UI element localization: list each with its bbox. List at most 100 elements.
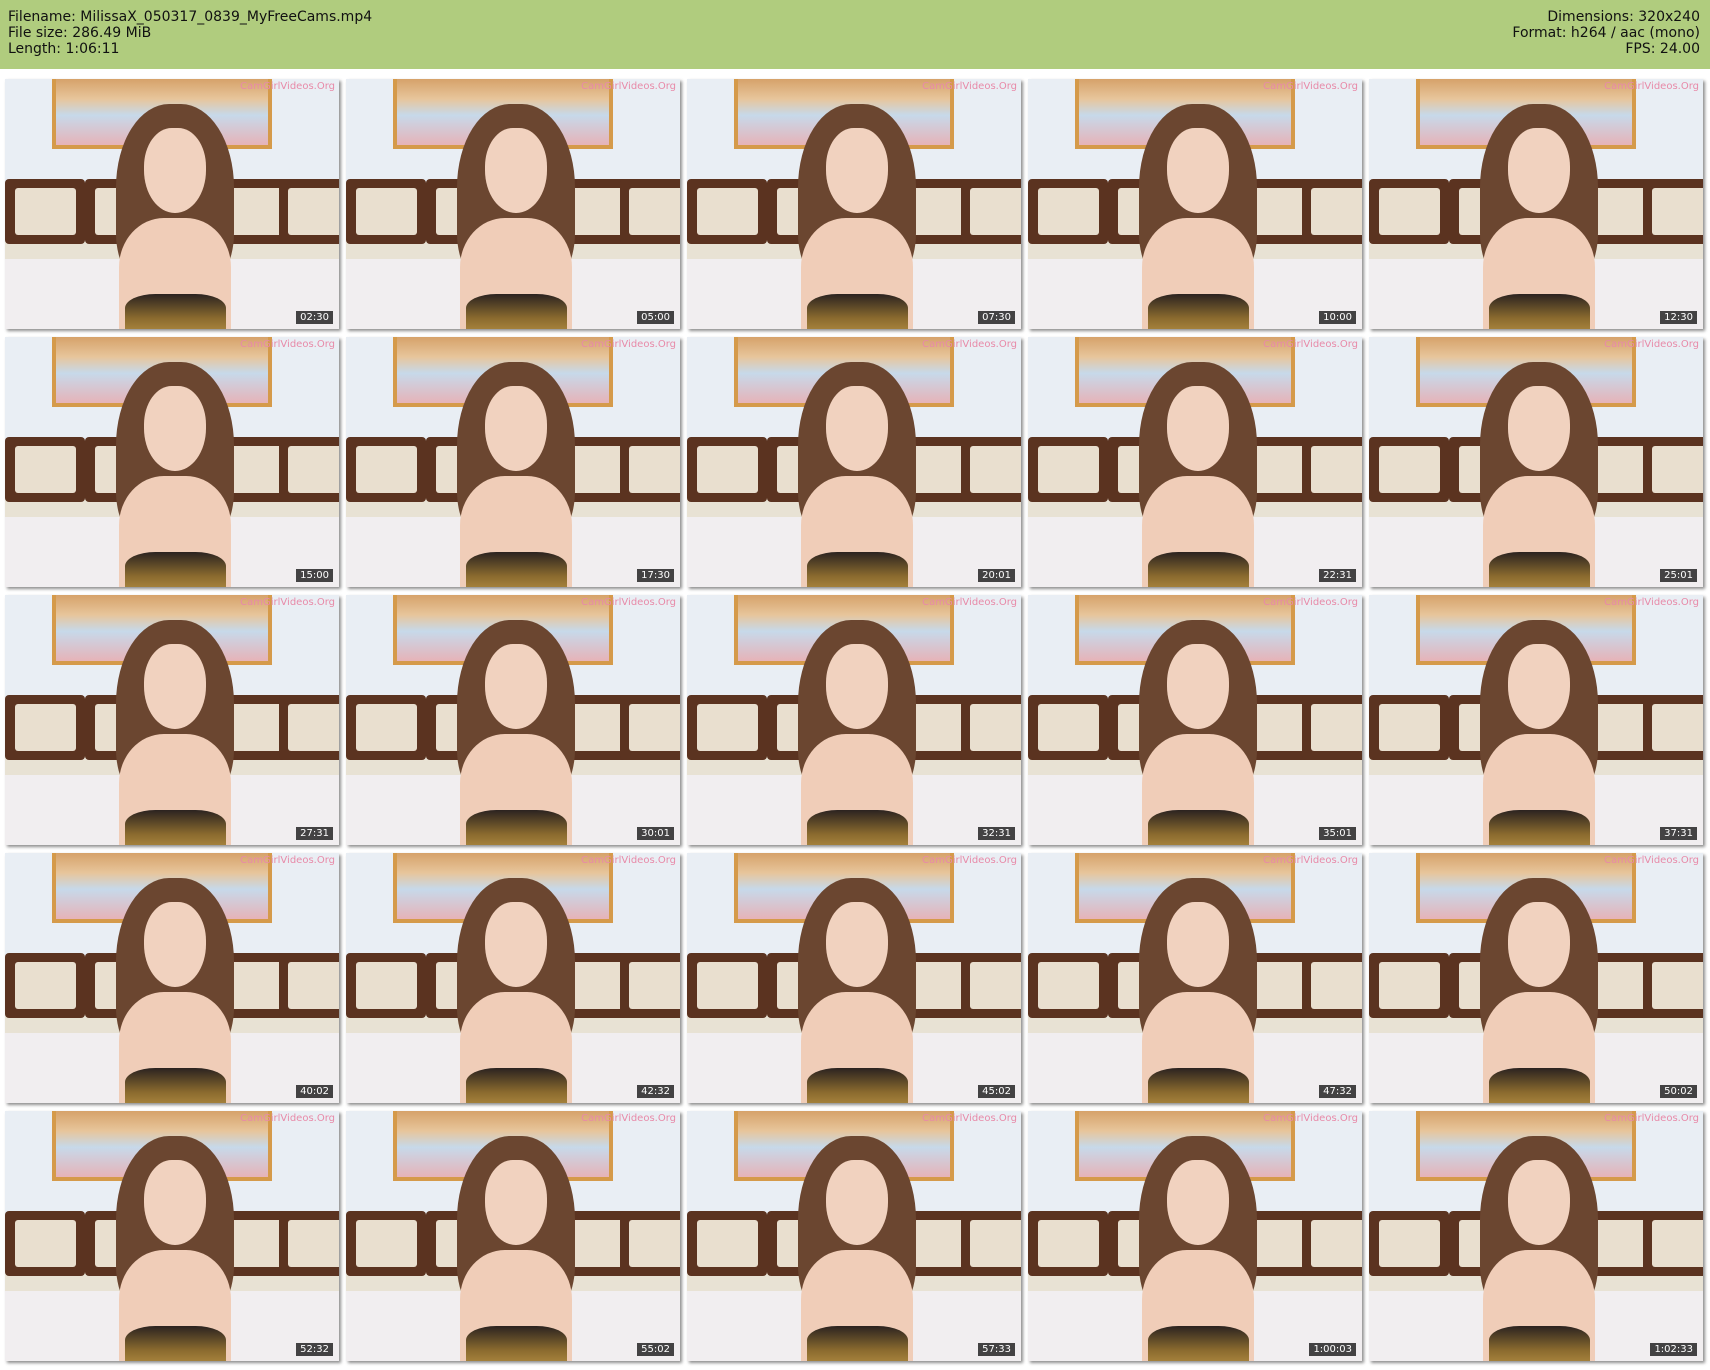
watermark-text: CamGirlVideos.Org — [240, 597, 335, 608]
thumbnail-frame[interactable]: CamGirlVideos.Org 47:32 — [1028, 853, 1362, 1103]
thumbnail-frame[interactable]: CamGirlVideos.Org 12:30 — [1369, 79, 1703, 329]
clothing-shape — [806, 1326, 908, 1361]
thumbnail-frame[interactable]: CamGirlVideos.Org 52:32 — [5, 1111, 339, 1361]
face-shape — [485, 1159, 548, 1246]
face-shape — [826, 1159, 889, 1246]
thumbnail-frame[interactable]: CamGirlVideos.Org 27:31 — [5, 595, 339, 845]
pillow — [1028, 437, 1109, 502]
thumbnail-frame[interactable]: CamGirlVideos.Org 57:33 — [687, 1111, 1021, 1361]
pillow — [1642, 953, 1703, 1018]
face-shape — [144, 1159, 207, 1246]
pillow — [1642, 695, 1703, 760]
person-figure — [446, 362, 586, 587]
thumbnail-frame[interactable]: CamGirlVideos.Org 35:01 — [1028, 595, 1362, 845]
clothing-shape — [1147, 1326, 1249, 1361]
pillow — [1369, 953, 1450, 1018]
file-info-right: Dimensions: 320x240 Format: h264 / aac (… — [1512, 9, 1700, 57]
timestamp-label: 07:30 — [978, 311, 1015, 324]
person-figure — [787, 104, 927, 329]
timestamp-label: 20:01 — [978, 569, 1015, 582]
thumbnail-frame[interactable]: CamGirlVideos.Org 15:00 — [5, 337, 339, 587]
person-figure — [105, 620, 245, 845]
person-figure — [1128, 1136, 1268, 1361]
timestamp-label: 45:02 — [978, 1085, 1015, 1098]
thumbnail-frame[interactable]: CamGirlVideos.Org 25:01 — [1369, 337, 1703, 587]
thumbnail-frame[interactable]: CamGirlVideos.Org 10:00 — [1028, 79, 1362, 329]
person-figure — [1469, 1136, 1609, 1361]
face-shape — [826, 127, 889, 214]
face-shape — [826, 901, 889, 988]
clothing-shape — [465, 552, 567, 587]
pillow — [5, 953, 86, 1018]
watermark-text: CamGirlVideos.Org — [1263, 855, 1358, 866]
timestamp-label: 25:01 — [1660, 569, 1697, 582]
pillow — [1369, 1211, 1450, 1276]
thumbnail-frame[interactable]: CamGirlVideos.Org 17:30 — [346, 337, 680, 587]
timestamp-label: 42:32 — [637, 1085, 674, 1098]
face-shape — [1167, 385, 1230, 472]
person-figure — [446, 1136, 586, 1361]
pillow — [1369, 437, 1450, 502]
pillow — [687, 179, 768, 244]
face-shape — [1508, 385, 1571, 472]
pillow — [346, 1211, 427, 1276]
watermark-text: CamGirlVideos.Org — [922, 81, 1017, 92]
thumbnail-frame[interactable]: CamGirlVideos.Org 07:30 — [687, 79, 1021, 329]
thumbnail-frame[interactable]: CamGirlVideos.Org 30:01 — [346, 595, 680, 845]
pillow — [346, 953, 427, 1018]
pillow — [5, 179, 86, 244]
thumbnail-frame[interactable]: CamGirlVideos.Org 1:00:03 — [1028, 1111, 1362, 1361]
pillow — [346, 695, 427, 760]
file-info-left: Filename: MilissaX_050317_0839_MyFreeCam… — [8, 9, 372, 57]
timestamp-label: 57:33 — [978, 1343, 1015, 1356]
pillow — [960, 953, 1021, 1018]
face-shape — [1167, 1159, 1230, 1246]
face-shape — [485, 901, 548, 988]
person-figure — [787, 878, 927, 1103]
thumbnail-frame[interactable]: CamGirlVideos.Org 37:31 — [1369, 595, 1703, 845]
person-figure — [1469, 878, 1609, 1103]
dimensions-text: Dimensions: 320x240 — [1547, 9, 1700, 25]
pillow — [278, 1211, 339, 1276]
pillow — [1369, 179, 1450, 244]
pillow — [687, 953, 768, 1018]
thumbnail-frame[interactable]: CamGirlVideos.Org 1:02:33 — [1369, 1111, 1703, 1361]
clothing-shape — [1488, 1326, 1590, 1361]
pillow — [278, 953, 339, 1018]
person-figure — [787, 620, 927, 845]
face-shape — [1167, 643, 1230, 730]
face-shape — [144, 127, 207, 214]
clothing-shape — [806, 552, 908, 587]
clothing-shape — [806, 294, 908, 329]
watermark-text: CamGirlVideos.Org — [1604, 81, 1699, 92]
thumbnail-frame[interactable]: CamGirlVideos.Org 02:30 — [5, 79, 339, 329]
pillow — [1301, 437, 1362, 502]
person-figure — [787, 362, 927, 587]
thumbnail-frame[interactable]: CamGirlVideos.Org 45:02 — [687, 853, 1021, 1103]
clothing-shape — [1488, 1068, 1590, 1103]
person-figure — [1128, 620, 1268, 845]
thumbnail-frame[interactable]: CamGirlVideos.Org 42:32 — [346, 853, 680, 1103]
person-figure — [1128, 104, 1268, 329]
thumbnail-frame[interactable]: CamGirlVideos.Org 50:02 — [1369, 853, 1703, 1103]
watermark-text: CamGirlVideos.Org — [922, 1113, 1017, 1124]
info-header: Filename: MilissaX_050317_0839_MyFreeCam… — [0, 0, 1710, 69]
timestamp-label: 22:31 — [1319, 569, 1356, 582]
pillow — [960, 1211, 1021, 1276]
watermark-text: CamGirlVideos.Org — [240, 1113, 335, 1124]
pillow — [1028, 179, 1109, 244]
clothing-shape — [465, 294, 567, 329]
watermark-text: CamGirlVideos.Org — [1604, 1113, 1699, 1124]
length-text: Length: 1:06:11 — [8, 41, 120, 57]
thumbnail-frame[interactable]: CamGirlVideos.Org 05:00 — [346, 79, 680, 329]
face-shape — [1167, 901, 1230, 988]
thumbnail-frame[interactable]: CamGirlVideos.Org 22:31 — [1028, 337, 1362, 587]
thumbnail-frame[interactable]: CamGirlVideos.Org 40:02 — [5, 853, 339, 1103]
thumbnail-frame[interactable]: CamGirlVideos.Org 32:31 — [687, 595, 1021, 845]
thumbnail-frame[interactable]: CamGirlVideos.Org 55:02 — [346, 1111, 680, 1361]
pillow — [960, 437, 1021, 502]
person-figure — [105, 362, 245, 587]
pillow — [5, 437, 86, 502]
watermark-text: CamGirlVideos.Org — [581, 855, 676, 866]
thumbnail-frame[interactable]: CamGirlVideos.Org 20:01 — [687, 337, 1021, 587]
